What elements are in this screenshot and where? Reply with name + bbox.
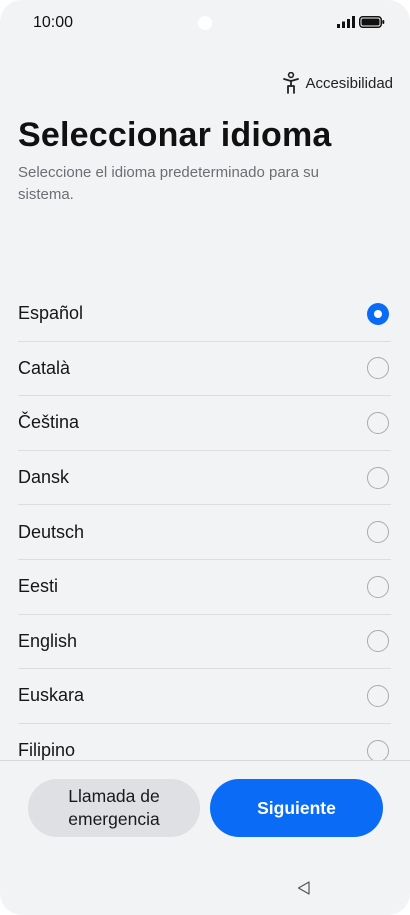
radio-unselected-icon[interactable] [367, 466, 389, 489]
camera-cutout [198, 16, 212, 30]
radio-unselected-icon[interactable] [367, 521, 389, 544]
language-option[interactable]: Español [18, 287, 391, 342]
language-label: Español [18, 303, 84, 324]
next-label: Siguiente [257, 797, 336, 818]
emergency-call-label: Llamada de emergencia [68, 786, 160, 829]
language-label: Deutsch [18, 521, 85, 542]
language-label: Filipino [18, 740, 76, 761]
language-option[interactable]: Dansk [18, 451, 391, 506]
radio-unselected-icon[interactable] [367, 575, 389, 598]
setup-screen: 10:00 Accesibilidad Seleccionar idioma S… [0, 0, 410, 915]
language-label: Català [18, 357, 71, 378]
radio-selected-icon[interactable] [367, 302, 389, 325]
radio-unselected-icon[interactable] [367, 684, 389, 707]
language-option[interactable]: Català [18, 342, 391, 397]
language-label: Eesti [18, 576, 59, 597]
signal-icon [337, 16, 355, 28]
language-option[interactable]: English [18, 615, 391, 670]
status-bar: 10:00 [0, 0, 410, 46]
back-triangle-icon[interactable] [296, 880, 312, 896]
accessibility-label: Accesibilidad [305, 74, 393, 92]
language-option[interactable]: Euskara [18, 669, 391, 724]
language-label: Euskara [18, 685, 85, 706]
language-label: Dansk [18, 467, 70, 488]
language-option[interactable]: Čeština [18, 396, 391, 451]
next-button[interactable]: Siguiente [210, 779, 383, 837]
battery-icon [359, 16, 385, 28]
radio-unselected-icon[interactable] [367, 357, 389, 380]
page-title: Seleccionar idioma [18, 116, 332, 154]
language-label: English [18, 630, 78, 651]
status-time: 10:00 [33, 14, 74, 31]
accessibility-icon [283, 72, 300, 94]
radio-unselected-icon[interactable] [367, 739, 389, 761]
accessibility-button[interactable]: Accesibilidad [282, 71, 393, 95]
page-subtitle: Seleccione el idioma predeterminado para… [18, 164, 320, 203]
language-option[interactable]: Deutsch [18, 505, 391, 560]
radio-unselected-icon[interactable] [367, 411, 389, 434]
bottom-divider [0, 760, 410, 761]
language-option[interactable]: Eesti [18, 560, 391, 615]
language-label: Čeština [18, 412, 80, 433]
radio-unselected-icon[interactable] [367, 630, 389, 653]
emergency-call-button[interactable]: Llamada de emergencia [28, 779, 200, 837]
language-list[interactable]: Español Català Čeština Dansk Deutsch Eesti Eng… [18, 287, 391, 761]
language-option[interactable]: Filipino [18, 724, 391, 761]
